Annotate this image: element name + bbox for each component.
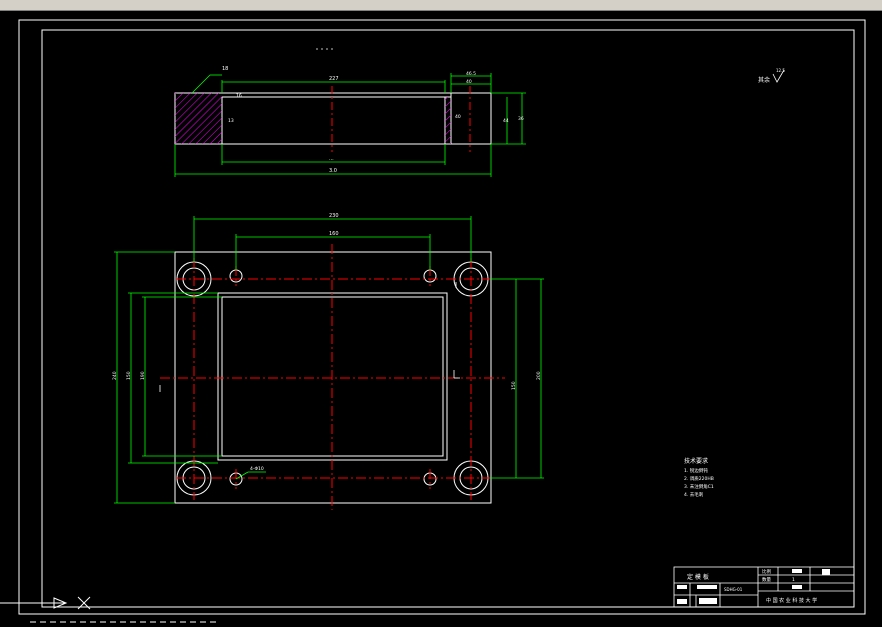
dim-inner-span: ...: [329, 156, 334, 162]
quantity-label: 数量: [762, 576, 771, 583]
title-block[interactable]: 定 模 板 SDHG-01 比例 数量 1 中 国 农 业 科 技 大 学: [673, 566, 855, 608]
scale-label: 比例: [762, 568, 771, 575]
dim-right-width-b: 40: [466, 79, 472, 85]
dim-height-a: 44: [503, 118, 509, 124]
section-dimensions: [174, 73, 526, 177]
callout-18: 18: [222, 66, 228, 72]
surface-roughness-note: 其余 12.5: [758, 68, 785, 84]
callout-16: 16: [236, 93, 242, 99]
dim-right-inner: 150: [511, 381, 517, 390]
dim-overall-length: 227: [329, 76, 339, 82]
dim-total-span: 3.0: [329, 168, 337, 174]
dim-right-height: 200: [536, 371, 542, 380]
plan-view[interactable]: 230 160 240 150 190 200 150 4-Φ10: [112, 213, 544, 510]
dim-top-width: 230: [329, 213, 339, 219]
surface-note-text: 其余: [758, 76, 770, 84]
section-hatch-left: [175, 93, 222, 144]
dim-inner-width: 160: [329, 231, 339, 237]
plan-small-marks: [159, 282, 460, 392]
cad-application-window: 227 46.5 40 ... 3.0 44 36 18 16 13 40 其余…: [0, 0, 882, 627]
tech-req-line-2: 2. 调质220HB: [684, 475, 714, 482]
dim-left-inner-a: 150: [126, 371, 132, 380]
quantity-value: 1: [792, 577, 795, 583]
part-number: SDHG-01: [724, 587, 743, 592]
section-view[interactable]: 227 46.5 40 ... 3.0 44 36 18 16 13 40: [174, 66, 526, 177]
dim-left-height: 240: [112, 371, 118, 380]
dim-height-b: 36: [518, 116, 524, 122]
school-name: 中 国 农 业 科 技 大 学: [766, 597, 817, 604]
tech-req-line-3: 3. 未注倒角C1: [684, 483, 714, 490]
roughness-value: 12.5: [776, 68, 785, 73]
cad-drawing-canvas[interactable]: 227 46.5 40 ... 3.0 44 36 18 16 13 40 其余…: [0, 0, 882, 627]
dim-left-inner-b: 190: [140, 371, 146, 380]
tech-req-title: 技术要求: [684, 457, 708, 465]
plan-centerlines: [160, 244, 505, 510]
vertical-scrollbar-hint[interactable]: [858, 0, 882, 10]
tech-req-line-4: 4. 去毛刺: [684, 491, 704, 498]
callout-40: 40: [455, 114, 461, 120]
section-hatch-right: [445, 97, 451, 144]
callout-13: 13: [228, 118, 234, 124]
drawing-name: 定 模 板: [687, 573, 709, 581]
tech-req-line-1: 1. 锐边倒钝: [684, 467, 708, 474]
sheet-outer-border: [18, 19, 866, 615]
dim-right-width-a: 46.5: [466, 71, 476, 77]
hole-note: 4-Φ10: [250, 466, 264, 472]
technical-requirements: 技术要求 1. 锐边倒钝 2. 调质220HB 3. 未注倒角C1 4. 去毛刺: [684, 457, 714, 498]
